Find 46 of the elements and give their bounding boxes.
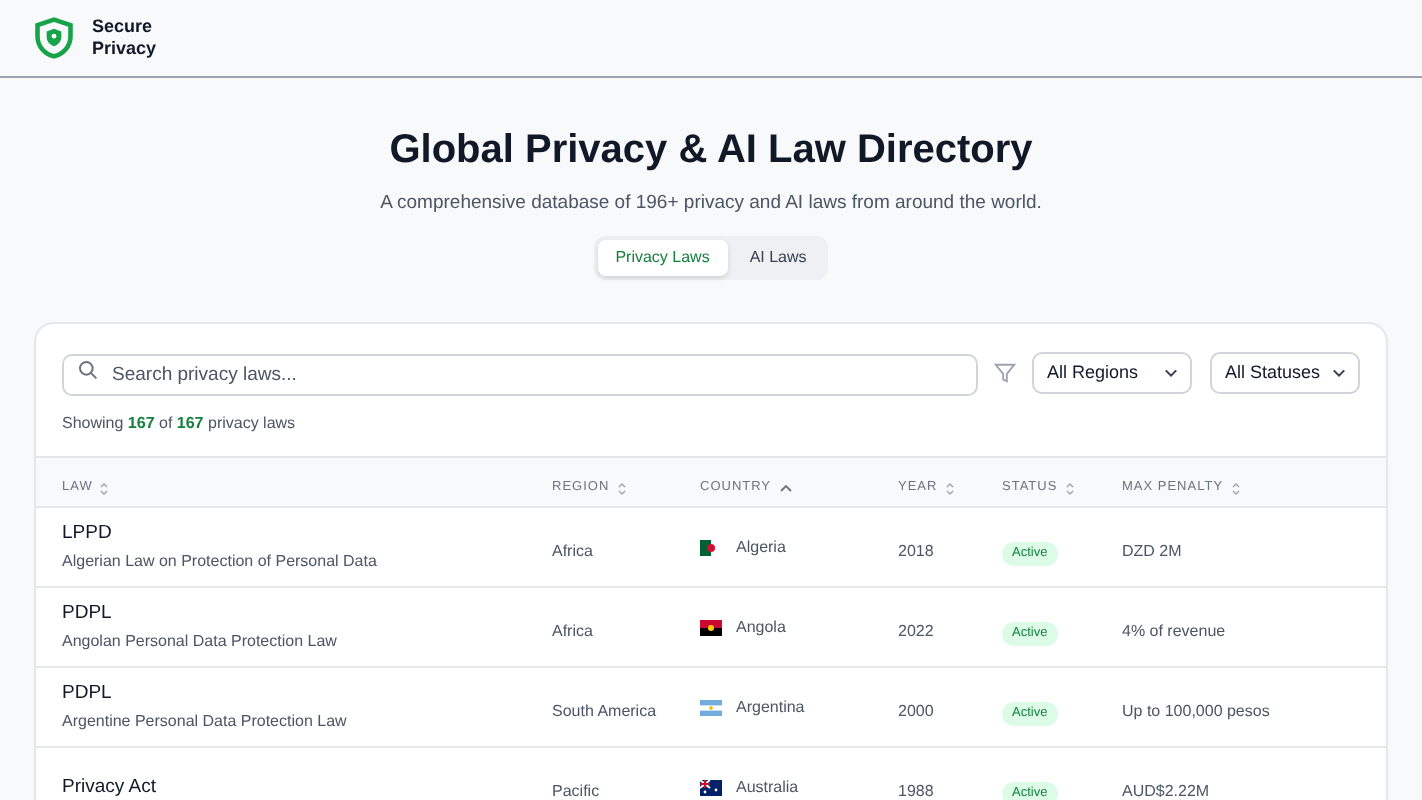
law-abbreviation[interactable]: PDPL xyxy=(62,600,552,629)
chevron-down-icon xyxy=(1164,367,1179,378)
table-cell: Africa xyxy=(552,541,593,560)
sort-icon xyxy=(1231,481,1240,496)
filter-icon xyxy=(994,361,1017,384)
page-title: Global Privacy & AI Law Directory xyxy=(389,126,1033,176)
filter-dropdown[interactable]: All Statuses xyxy=(1210,351,1360,394)
table-cell: Angola xyxy=(736,615,786,640)
page-subtitle: A comprehensive database of 196+ privacy and AI laws from around the world. xyxy=(380,190,1042,218)
results-count: Showing 167 of 167 privacy laws xyxy=(60,412,298,437)
table-cell: 2018 xyxy=(898,541,934,560)
table-cell: Algeria xyxy=(736,535,786,560)
tab[interactable]: AI Laws xyxy=(731,240,825,277)
table-cell: 1988 xyxy=(898,781,934,800)
law-abbreviation[interactable]: LPPD xyxy=(62,520,552,549)
filter-dropdown[interactable]: All Regions xyxy=(1032,351,1193,394)
table-cell: Australia xyxy=(736,775,799,800)
table-cell: Up to 100,000 pesos xyxy=(1122,701,1270,720)
table-cell: Argentina xyxy=(736,695,805,720)
table-cell: 2022 xyxy=(898,621,934,640)
table-cell: DZD 2M xyxy=(1122,541,1182,560)
flag-icon xyxy=(700,699,722,716)
law-abbreviation[interactable]: Privacy Act xyxy=(62,773,552,800)
law-full-name: Algerian Law on Protection of Personal Data xyxy=(62,550,379,575)
table-cell: Africa xyxy=(552,621,593,640)
law-abbreviation[interactable]: PDPL xyxy=(62,680,552,709)
sort-icon xyxy=(1065,481,1074,496)
search-icon xyxy=(78,360,98,381)
table-cell: 2000 xyxy=(898,701,934,720)
search-field[interactable]: Search privacy laws... xyxy=(62,354,979,397)
law-full-name: Angolan Personal Data Protection Law xyxy=(62,630,339,655)
table-cell: 4% of revenue xyxy=(1122,621,1226,640)
law-full-name: Argentine Personal Data Protection Law xyxy=(62,710,349,735)
flag-icon xyxy=(700,619,722,636)
sort-icon xyxy=(617,481,626,496)
sort-ascending-icon xyxy=(779,484,792,493)
table-cell: Pacific xyxy=(552,781,600,800)
chevron-down-icon xyxy=(1332,367,1346,378)
brand-name: Secure xyxy=(92,16,155,38)
sort-icon xyxy=(945,481,954,496)
tab[interactable]: Privacy Laws xyxy=(597,240,728,277)
sort-icon xyxy=(100,481,109,496)
brand-name: Privacy xyxy=(92,38,157,60)
table-cell: AUD$2.22M xyxy=(1122,781,1210,800)
shield-logo-icon xyxy=(32,16,76,60)
table-cell: South America xyxy=(552,701,657,720)
